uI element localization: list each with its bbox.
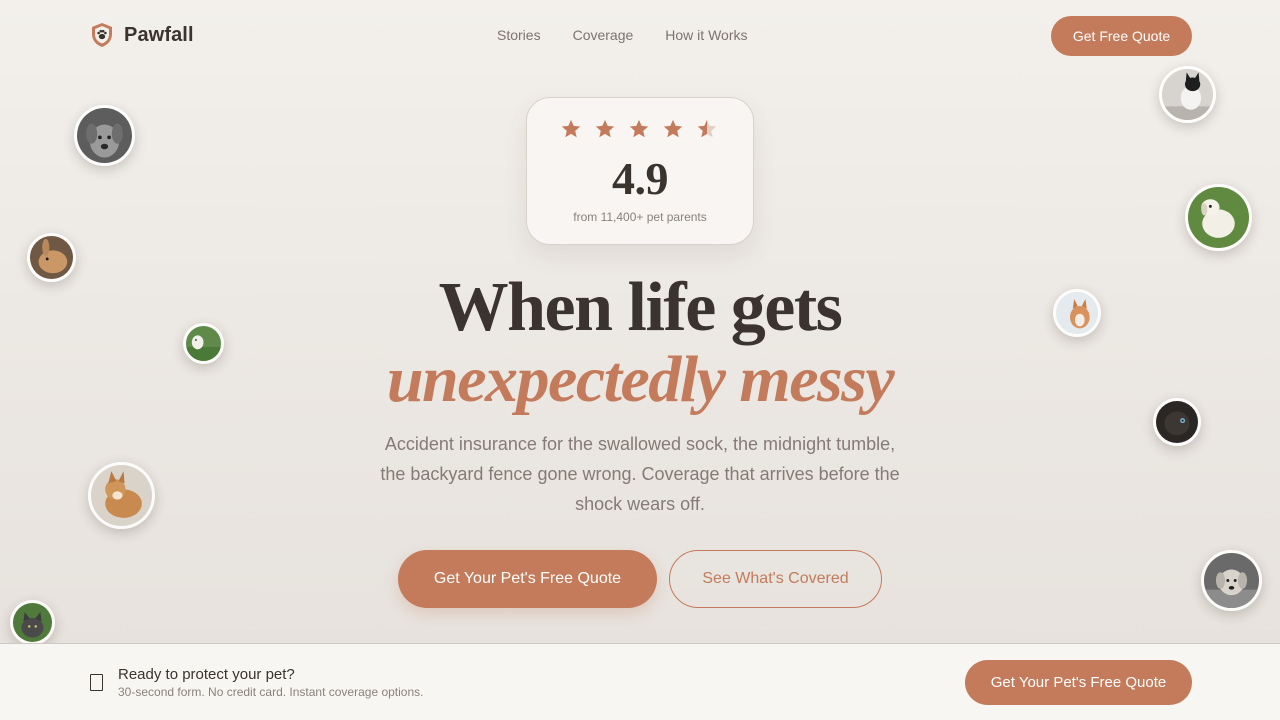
- document-icon: [90, 674, 103, 691]
- headline-line-2: unexpectedly messy: [386, 343, 895, 416]
- nav-link-how-it-works[interactable]: How it Works: [665, 27, 747, 43]
- half-star-icon: [697, 119, 717, 138]
- rating-card: 4.9 from 11,400+ pet parents: [526, 97, 754, 245]
- top-nav: Pawfall Stories Coverage How it Works Ge…: [0, 0, 1280, 72]
- star-icon: [561, 119, 581, 138]
- hero-subtext: Accident insurance for the swallowed soc…: [380, 434, 900, 514]
- star-icon: [663, 119, 683, 138]
- rating-value: 4.9: [612, 153, 669, 204]
- tabby-cat-photo: [10, 600, 55, 645]
- nav-link-coverage[interactable]: Coverage: [573, 27, 634, 43]
- corgi-photo: [88, 462, 155, 529]
- headline-line-1: When life gets: [438, 269, 843, 346]
- star-icon: [629, 119, 649, 138]
- grey-dog-photo: [74, 105, 135, 166]
- sticky-bar-title: Ready to protect your pet?: [118, 666, 295, 683]
- golden-retriever-photo: [1201, 550, 1262, 611]
- hero-headline: When life gets unexpectedly messy: [0, 272, 1280, 416]
- get-free-quote-button[interactable]: Get Free Quote: [1051, 16, 1192, 56]
- brand[interactable]: Pawfall: [90, 22, 194, 48]
- see-whats-covered-button[interactable]: See What's Covered: [669, 550, 882, 608]
- nav-links: Stories Coverage How it Works: [497, 27, 747, 43]
- sticky-bar-subtitle: 30-second form. No credit card. Instant …: [118, 685, 424, 699]
- labrador-photo: [1185, 184, 1252, 251]
- sticky-cta-bar: Ready to protect your pet? 30-second for…: [0, 643, 1280, 720]
- black-white-cat-photo: [1159, 66, 1216, 123]
- shield-paw-icon: [92, 23, 112, 47]
- nav-link-stories[interactable]: Stories: [497, 27, 541, 43]
- brand-name: Pawfall: [124, 23, 194, 46]
- star-icon: [595, 119, 615, 138]
- sticky-get-pet-free-quote-button[interactable]: Get Your Pet's Free Quote: [965, 660, 1192, 705]
- star-rating: [560, 118, 718, 140]
- rating-subtitle: from 11,400+ pet parents: [573, 210, 707, 224]
- get-pet-free-quote-button[interactable]: Get Your Pet's Free Quote: [398, 550, 657, 608]
